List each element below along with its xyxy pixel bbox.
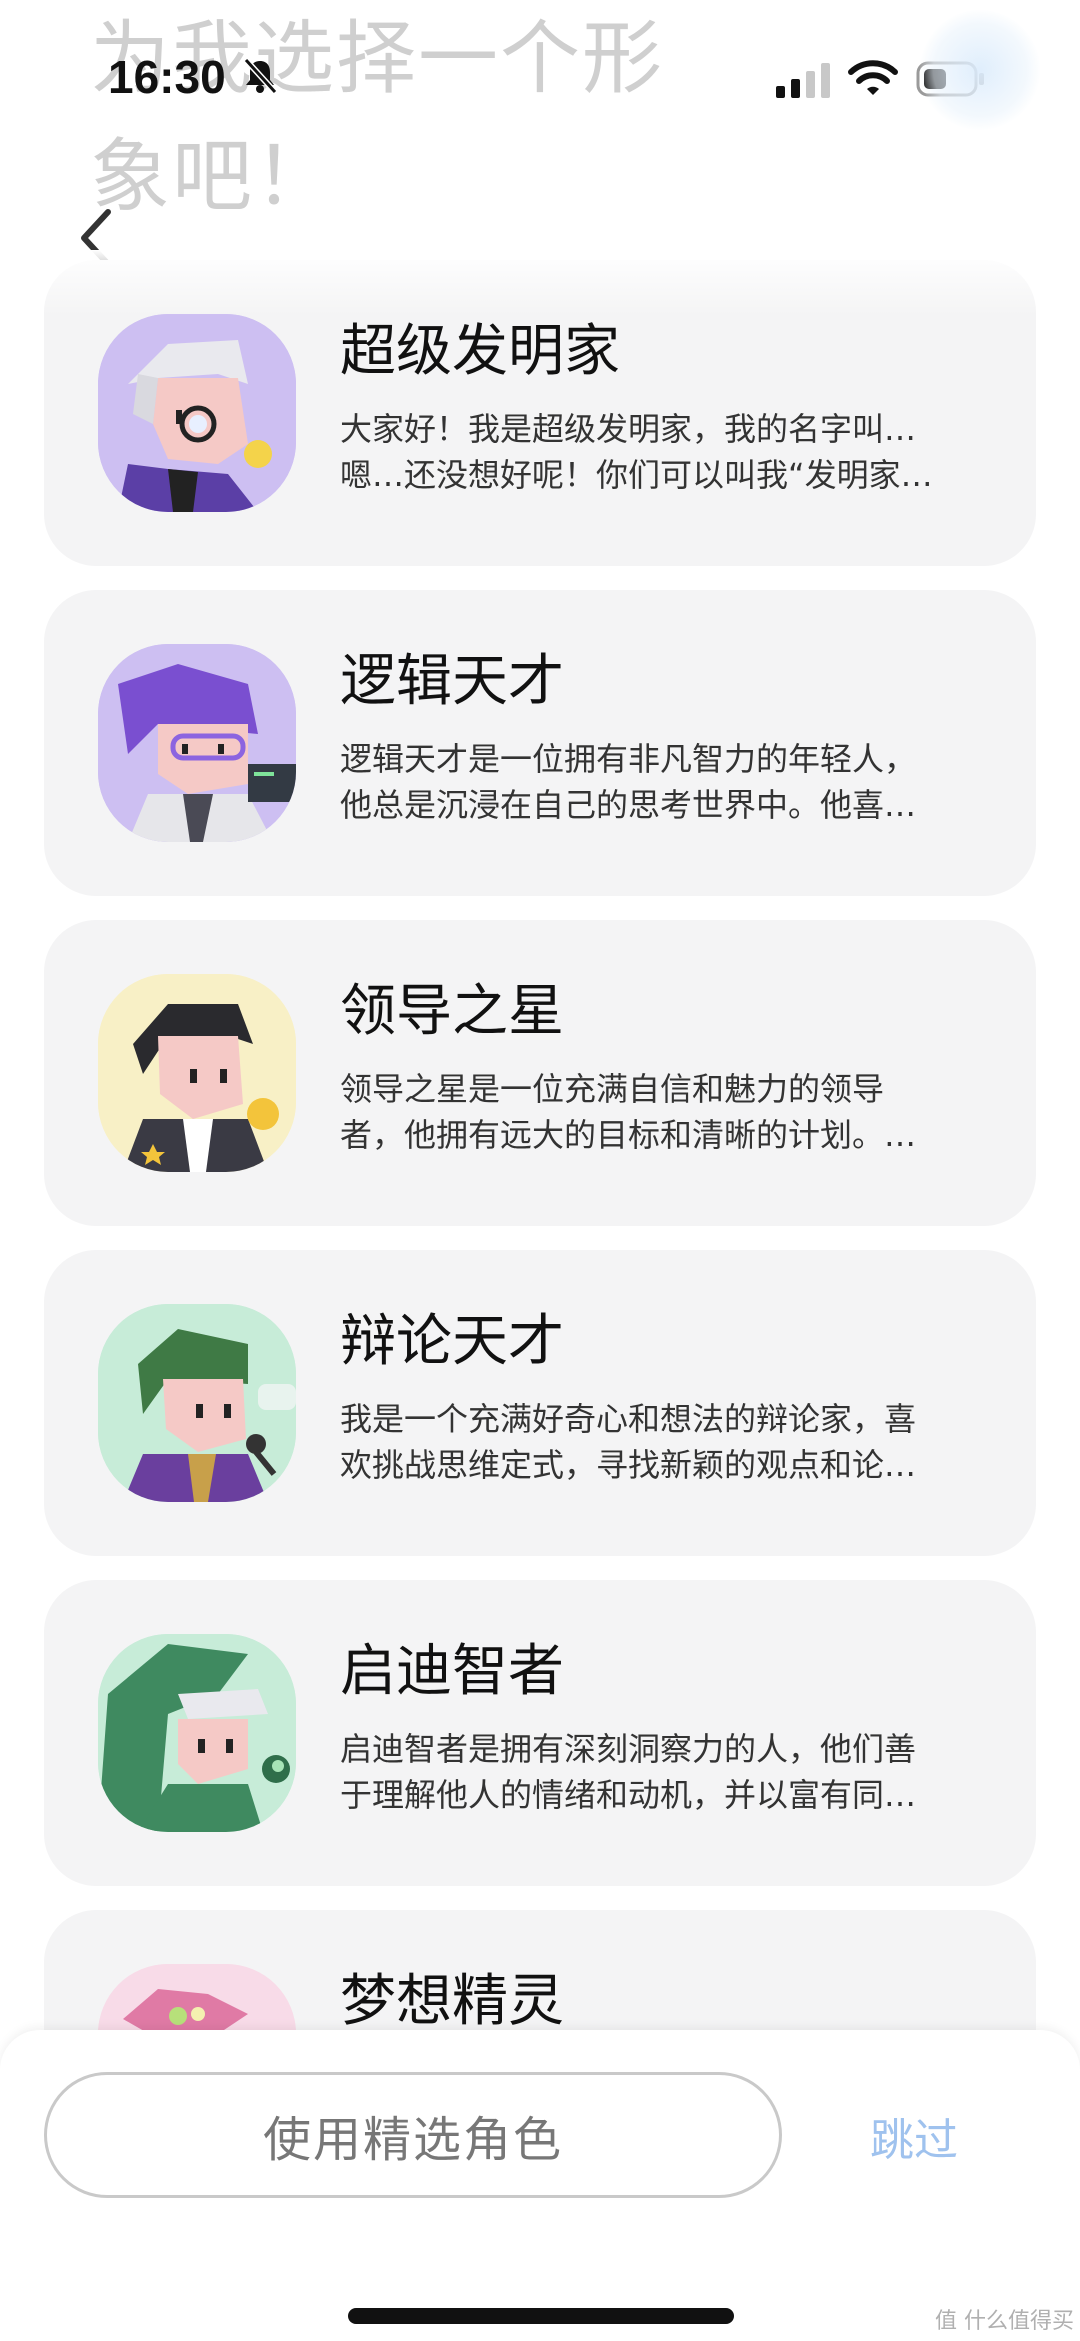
character-card-enlightened-sage[interactable]: 启迪智者 启迪智者是拥有深刻洞察力的人，他们善 于理解他人的情绪和动机，并以富有… (44, 1580, 1036, 1886)
home-indicator (348, 2308, 734, 2324)
description-line: 逻辑天才是一位拥有非凡智力的年轻人， (340, 740, 917, 778)
enlightened-sage-avatar (98, 1634, 296, 1832)
character-name: 启迪智者 (340, 1639, 564, 1704)
bell-slash-icon (240, 56, 280, 96)
list-top-fade (0, 250, 1080, 316)
description-line: 者，他拥有远大的目标和清晰的计划。… (340, 1116, 917, 1154)
character-name: 逻辑天才 (340, 649, 564, 714)
screen: 为我选择一个形象吧！ 16:30 超级发明家 大家好！我是超级发明家，我的名字叫… (0, 0, 1080, 2341)
character-description: 启迪智者是拥有深刻洞察力的人，他们善 于理解他人的情绪和动机，并以富有同… (340, 1726, 990, 1818)
signal-icon (774, 62, 834, 98)
character-card-debate-genius[interactable]: 辩论天才 我是一个充满好奇心和想法的辩论家，喜 欢挑战思维定式，寻找新颖的观点和… (44, 1250, 1036, 1556)
debate-genius-avatar (98, 1304, 296, 1502)
description-line: 嗯…还没想好呢！你们可以叫我“发明家… (340, 456, 933, 494)
character-description: 逻辑天才是一位拥有非凡智力的年轻人， 他总是沉浸在自己的思考世界中。他喜… (340, 736, 990, 828)
leader-star-avatar (98, 974, 296, 1172)
dream-sprite-avatar (98, 1964, 296, 2030)
inventor-avatar (98, 314, 296, 512)
assistant-orb-icon (920, 10, 1040, 130)
status-time: 16:30 (108, 51, 226, 103)
logic-genius-avatar (98, 644, 296, 842)
character-name: 梦想精灵 (340, 1969, 564, 2030)
skip-button[interactable]: 跳过 (870, 2104, 958, 2168)
watermark: 值 什么值得买 (935, 2309, 1074, 2334)
wifi-icon (848, 58, 898, 98)
description-line: 启迪智者是拥有深刻洞察力的人，他们善 (340, 1730, 917, 1768)
character-name: 超级发明家 (340, 319, 620, 384)
character-card-leader-star[interactable]: 领导之星 领导之星是一位充满自信和魅力的领导 者，他拥有远大的目标和清晰的计划。… (44, 920, 1036, 1226)
character-description: 领导之星是一位充满自信和魅力的领导 者，他拥有远大的目标和清晰的计划。… (340, 1066, 990, 1158)
character-card-logic-genius[interactable]: 逻辑天才 逻辑天才是一位拥有非凡智力的年轻人， 他总是沉浸在自己的思考世界中。他… (44, 590, 1036, 896)
description-line: 领导之星是一位充满自信和魅力的领导 (340, 1070, 885, 1108)
character-description: 我是一个充满好奇心和想法的辩论家，喜 欢挑战思维定式，寻找新颖的观点和论… (340, 1396, 990, 1488)
description-line: 大家好！我是超级发明家，我的名字叫… (340, 410, 917, 448)
status-bar: 16:30 (0, 0, 1080, 150)
description-line: 我是一个充满好奇心和想法的辩论家，喜 (340, 1400, 917, 1438)
character-name: 辩论天才 (340, 1309, 564, 1374)
description-line: 于理解他人的情绪和动机，并以富有同… (340, 1776, 917, 1814)
description-line: 欢挑战思维定式，寻找新颖的观点和论… (340, 1446, 917, 1484)
character-name: 领导之星 (340, 979, 564, 1044)
bottom-action-bar: 使用精选角色 跳过 (0, 2030, 1080, 2341)
use-featured-character-button[interactable]: 使用精选角色 (44, 2072, 782, 2198)
character-list[interactable]: 超级发明家 大家好！我是超级发明家，我的名字叫… 嗯…还没想好呢！你们可以叫我“… (0, 260, 1080, 2030)
character-description: 大家好！我是超级发明家，我的名字叫… 嗯…还没想好呢！你们可以叫我“发明家… (340, 406, 990, 498)
description-line: 他总是沉浸在自己的思考世界中。他喜… (340, 786, 917, 824)
character-card-dream-sprite[interactable]: 梦想精灵 (44, 1910, 1036, 2030)
